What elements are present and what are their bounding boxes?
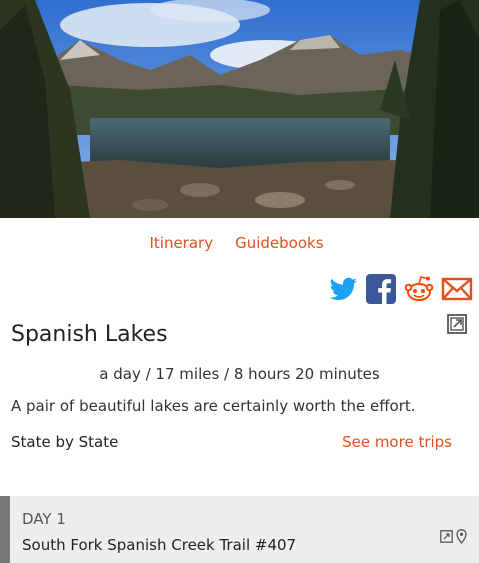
trip-nav: Itinerary Guidebooks [0,218,479,268]
hero-photo [0,0,479,218]
trip-meta: State by State See more trips [0,421,479,463]
twitter-icon[interactable] [327,273,359,305]
email-icon[interactable] [441,273,473,305]
trail-name[interactable]: South Fork Spanish Creek Trail #407 [22,536,296,554]
reddit-icon[interactable] [403,273,435,305]
itinerary-link[interactable]: Itinerary [149,234,213,252]
trip-description: A pair of beautiful lakes are certainly … [11,397,416,415]
page-title: Spanish Lakes [11,322,168,347]
guidebooks-link[interactable]: Guidebooks [235,234,323,252]
day-label: DAY 1 [22,510,66,528]
map-pin-icon[interactable] [456,529,467,544]
share-bar [0,268,479,310]
day-card[interactable]: DAY 1 South Fork Spanish Creek Trail #40… [0,496,479,563]
mountain-lake-image [0,0,479,218]
day-actions [440,529,467,544]
external-link-icon[interactable] [440,530,453,543]
see-more-trips-link[interactable]: See more trips [342,421,452,463]
external-link-icon[interactable] [447,314,467,334]
facebook-icon[interactable] [365,273,397,305]
trip-stats: a day / 17 miles / 8 hours 20 minutes [99,365,380,383]
category-label: State by State [11,433,119,451]
trip-header: Spanish Lakes [0,310,479,354]
